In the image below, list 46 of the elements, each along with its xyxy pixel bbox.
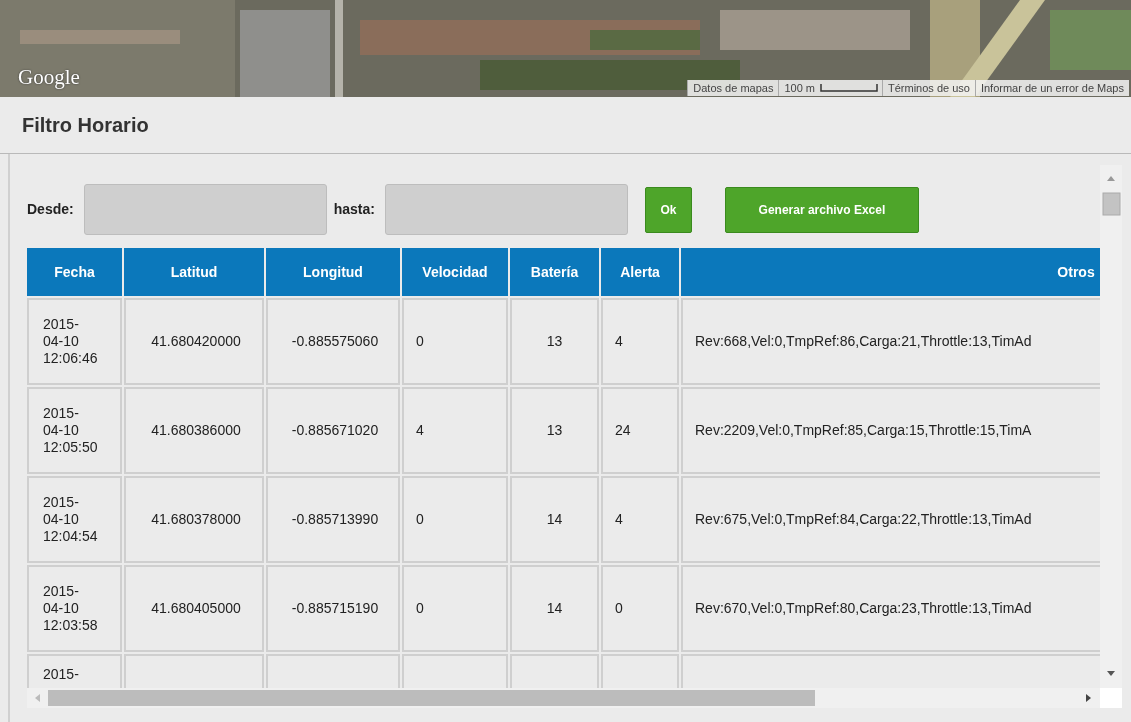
column-header: Batería [510,248,599,296]
table-cell: -0.885575060 [266,298,400,385]
attribution-text[interactable]: Datos de mapas [687,79,779,96]
table-cell: 4 [601,298,679,385]
table-cell: 4 [402,387,508,474]
table-cell: 41.680405000 [124,565,264,652]
table-cell: 41.680420000 [124,298,264,385]
table-cell: Rev:2209,Vel:0,TmpRef:85,Carga:15,Throttle:15,TimA [681,387,1100,474]
column-header: Alerta [601,248,679,296]
table-cell: 2015-04-10 12:05:50 [27,387,122,474]
table-cell: 0 [402,298,508,385]
input-field[interactable] [384,184,628,235]
table-cell: 2015-04-10 12:04:54 [27,476,122,563]
column-header: Velocidad [402,248,508,296]
table-cell: 0 [402,476,508,563]
table-cell: 41.680378000 [124,476,264,563]
scale-bar-icon [820,83,878,92]
column-header: Fecha [27,248,122,296]
field-label: hasta: [333,200,375,219]
table-cell: 14 [510,476,599,563]
column-header: Longitud [266,248,400,296]
panel-title: Filtro Horario [22,113,149,137]
table-cell: -0.885671020 [266,387,400,474]
table-cell: Rev:675,Vel:0,TmpRef:84,Carga:22,Throttle:13,TimAd [681,476,1100,563]
table-cell: 0 [601,565,679,652]
table-cell: 24 [601,387,679,474]
table-cell: -0.885715190 [266,565,400,652]
scale-label: 100 m [778,79,820,96]
input-field[interactable] [83,184,327,235]
logo: Google [18,64,80,91]
table-cell: 4 [601,476,679,563]
field-label: Desde: [27,200,74,219]
column-header: Otros [681,248,1100,296]
table-cell: 13 [510,387,599,474]
table-cell: 2015-04-10 12:06:46 [27,298,122,385]
table-cell: Rev:668,Vel:0,TmpRef:86,Carga:21,Throttle:13,TimAd [681,298,1100,385]
table-cell: Rev:670,Vel:0,TmpRef:80,Carga:23,Throttle:13,TimAd [681,565,1100,652]
table-cell: 41.680386000 [124,387,264,474]
table-cell: 2015-04-10 12:03:58 [27,565,122,652]
table-cell: 14 [510,565,599,652]
table-cell: 13 [510,298,599,385]
table-cell: 0 [402,565,508,652]
attribution-text[interactable]: Informar de un error de Maps [974,79,1129,96]
column-header: Latitud [124,248,264,296]
table-cell: -0.885713990 [266,476,400,563]
attribution-text[interactable]: Términos de uso [882,79,975,96]
